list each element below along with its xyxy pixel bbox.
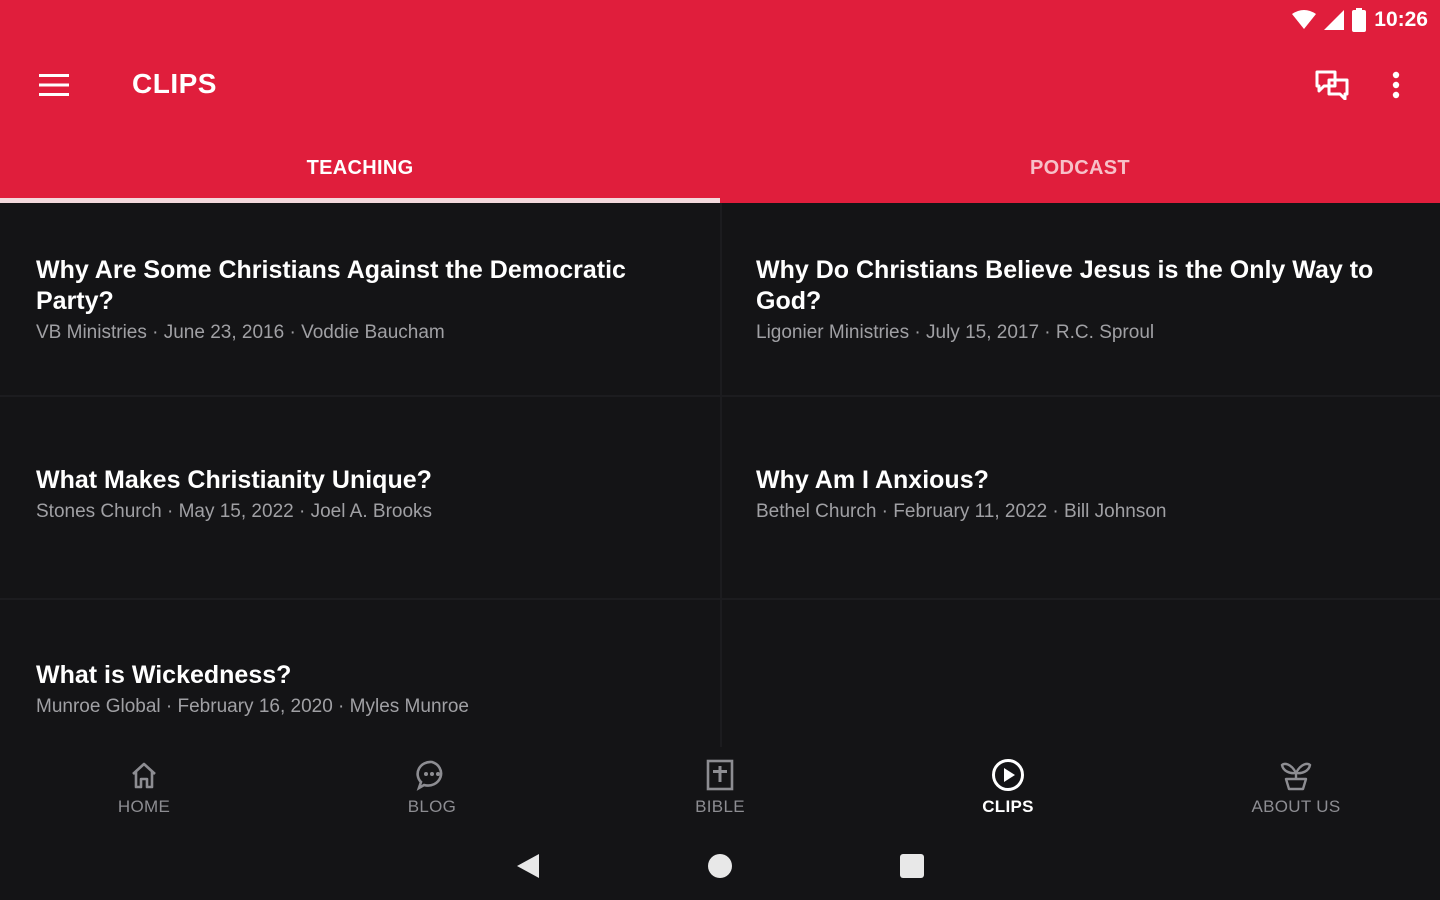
clip-title: What is Wickedness? [36,661,292,689]
nav-blog[interactable]: BLOG [288,747,576,832]
status-bar: 10:26 [1292,6,1428,34]
system-navigation-bar [0,832,1440,900]
chat-button[interactable] [1310,64,1354,106]
cell-signal-icon [1324,10,1345,30]
row-divider [0,395,1440,397]
tab-label: TEACHING [306,157,414,179]
app-bar: 10:26 CLIPS TEACHING PODCAST [0,0,1440,203]
clock: 10:26 [1374,8,1428,31]
forum-icon [1315,70,1349,100]
home-system-button[interactable] [700,848,740,884]
recents-button[interactable] [892,848,932,884]
nav-label: BIBLE [695,797,745,816]
back-triangle-icon [517,854,539,878]
clip-card[interactable]: Why Am I Anxious? Bethel Church · Februa… [756,465,1416,526]
nav-label: ABOUT US [1251,797,1341,816]
nav-label: BLOG [407,797,457,816]
clip-title: Why Am I Anxious? [756,466,989,494]
overflow-menu-button[interactable] [1374,64,1418,106]
tab-podcast[interactable]: PODCAST [720,132,1440,203]
home-icon [126,757,162,793]
recents-square-icon [900,854,924,878]
bible-icon [702,757,738,793]
back-button[interactable] [508,848,548,884]
play-circle-icon [990,757,1026,793]
wifi-icon [1292,10,1317,30]
tab-teaching[interactable]: TEACHING [0,132,720,203]
battery-icon [1352,8,1367,32]
column-divider [720,203,722,747]
toolbar: CLIPS [0,50,1440,120]
clip-card[interactable]: Why Do Christians Believe Jesus is the O… [756,255,1416,347]
clip-card[interactable]: Why Are Some Christians Against the Demo… [36,255,696,347]
row-divider [0,598,1440,600]
clip-title: Why Do Christians Believe Jesus is the O… [756,256,1374,315]
nav-bible[interactable]: BIBLE [576,747,864,832]
clip-card[interactable]: What is Wickedness? Munroe Global · Febr… [36,660,696,721]
hamburger-menu-icon [39,74,69,96]
nav-label: HOME [117,797,171,816]
nav-label: CLIPS [982,797,1034,816]
clip-meta: Stones Church · May 15, 2022 · Joel A. B… [36,501,433,522]
clip-title: What Makes Christianity Unique? [36,466,432,494]
clip-meta: Munroe Global · February 16, 2020 · Myle… [36,696,469,717]
sprout-icon [1278,757,1314,793]
clips-grid: Why Are Some Christians Against the Demo… [0,203,1440,747]
chat-bubble-icon [414,757,450,793]
clip-meta: Ligonier Ministries · July 15, 2017 · R.… [756,322,1155,343]
nav-home[interactable]: HOME [0,747,288,832]
menu-button[interactable] [30,64,78,106]
more-vert-icon [1392,71,1400,99]
bottom-navigation: HOME BLOG BIBLE CLIPS ABOUT US [0,747,1440,832]
page-title: CLIPS [132,68,217,99]
clip-title: Why Are Some Christians Against the Demo… [36,256,626,315]
clip-meta: VB Ministries · June 23, 2016 · Voddie B… [36,322,445,343]
home-circle-icon [708,854,732,878]
clip-meta: Bethel Church · February 11, 2022 · Bill… [756,501,1167,522]
tab-bar: TEACHING PODCAST [0,132,1440,203]
nav-clips[interactable]: CLIPS [864,747,1152,832]
clip-card[interactable]: What Makes Christianity Unique? Stones C… [36,465,696,526]
nav-about-us[interactable]: ABOUT US [1152,747,1440,832]
tab-label: PODCAST [1030,157,1130,179]
